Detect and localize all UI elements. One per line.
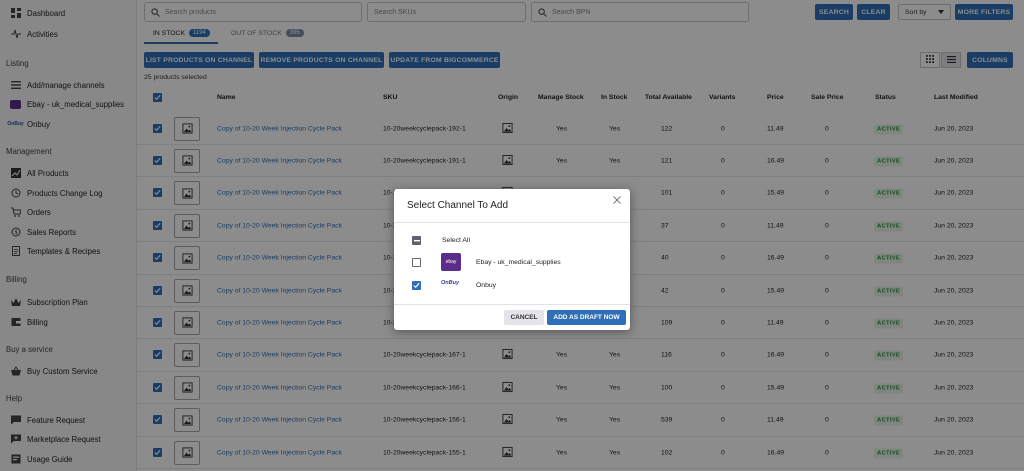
select-all-label: Select All [442, 237, 470, 244]
select-all-row[interactable] [412, 236, 421, 245]
divider [394, 304, 630, 305]
onbuy-channel-checkbox[interactable] [412, 281, 421, 290]
select-channel-dialog: Select Channel To Add Select All ebay Eb… [394, 189, 630, 330]
ebay-channel-checkbox[interactable] [412, 258, 421, 267]
ebay-logo-icon: ebay [441, 253, 461, 271]
close-button[interactable] [612, 196, 622, 206]
select-all-checkbox[interactable] [412, 236, 421, 245]
cancel-button[interactable]: CANCEL [504, 310, 544, 325]
ebay-channel-label: Ebay - uk_medical_supplies [476, 259, 561, 266]
onbuy-channel-label: Onbuy [476, 282, 497, 289]
onbuy-channel-row[interactable] [412, 281, 421, 290]
ebay-channel-row[interactable] [412, 258, 421, 267]
add-as-draft-button[interactable]: ADD AS DRAFT NOW [547, 310, 626, 325]
close-icon [613, 196, 621, 206]
divider [394, 222, 630, 223]
dialog-title: Select Channel To Add [407, 200, 509, 211]
onbuy-logo-icon: OnBuy [441, 280, 460, 286]
